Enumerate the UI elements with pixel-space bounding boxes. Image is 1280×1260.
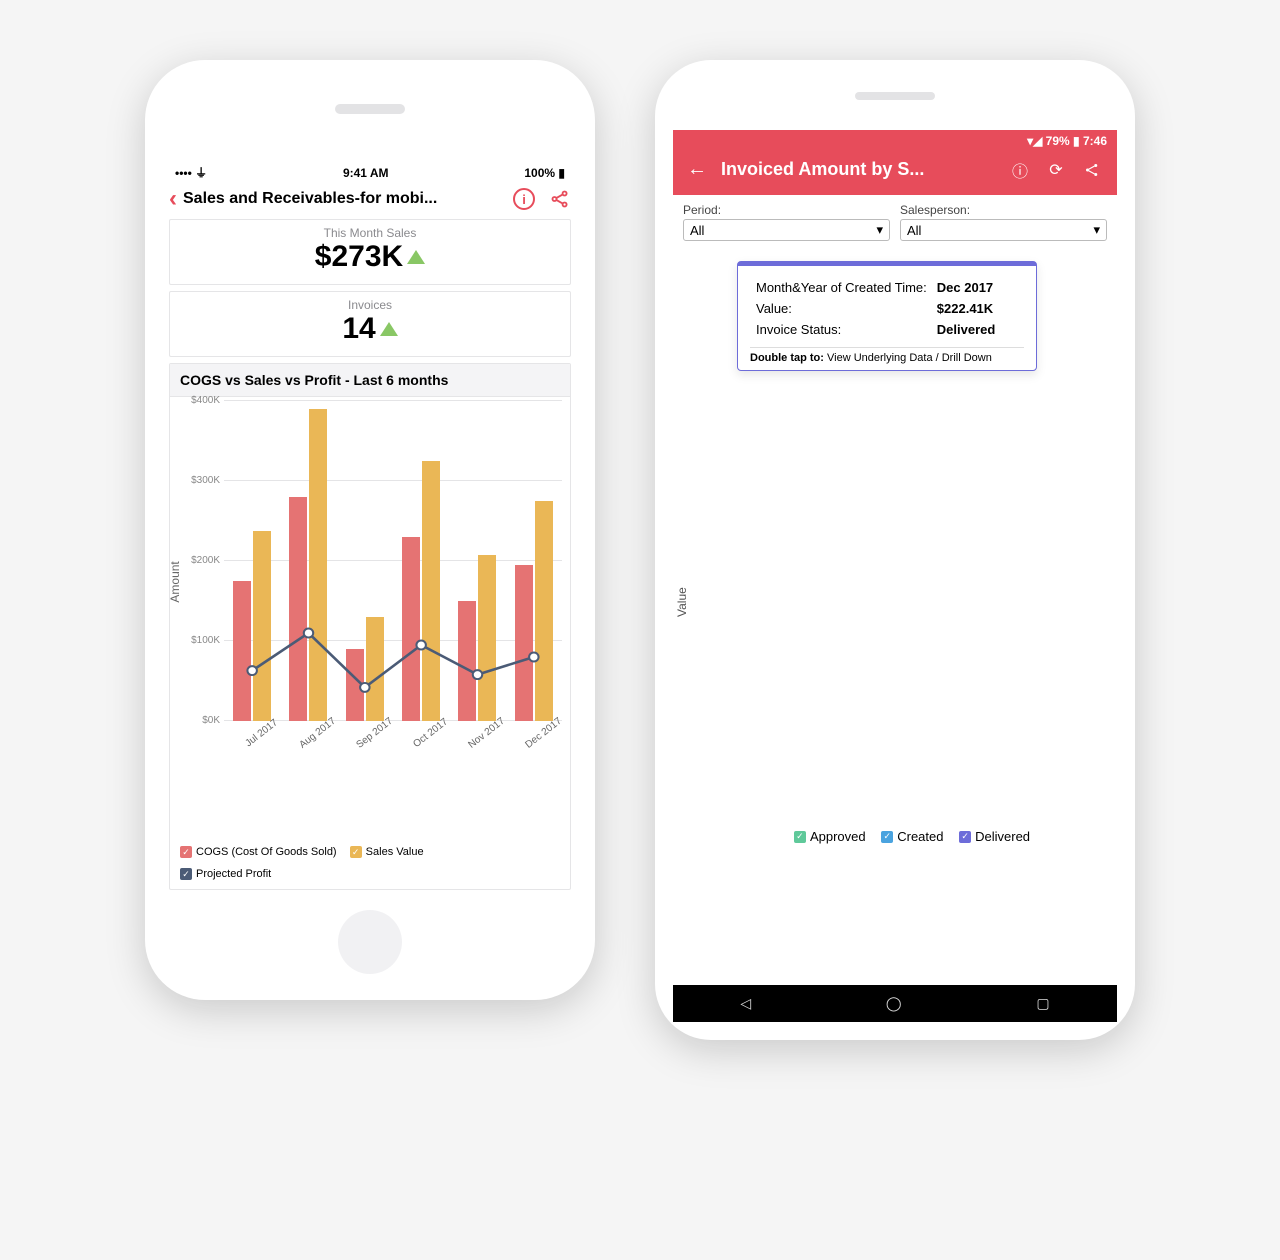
- info-icon[interactable]: ⓘ: [1009, 159, 1031, 181]
- android-screen: ▾◢ 79% ▮ 7:46 ← Invoiced Amount by S... …: [673, 130, 1117, 1022]
- x-axis-labels: Jul 2017Aug 2017Sep 2017Oct 2017Nov 2017…: [224, 721, 562, 742]
- trend-up-icon: [380, 322, 398, 336]
- kpi-month-sales[interactable]: This Month Sales $273K: [169, 219, 571, 285]
- chevron-down-icon: ▾: [876, 222, 883, 238]
- signal-icon: •••• ⏚: [175, 164, 207, 181]
- nav-recent-icon[interactable]: ▢: [1036, 995, 1049, 1012]
- android-app-bar: ← Invoiced Amount by S... ⓘ ⟳: [673, 148, 1117, 195]
- filter-row: Period: All ▾ Salesperson: All ▾: [673, 195, 1117, 249]
- kpi-invoices[interactable]: Invoices 14: [169, 291, 571, 357]
- refresh-icon[interactable]: ⟳: [1045, 159, 1067, 181]
- nav-home-icon[interactable]: ◯: [886, 995, 902, 1012]
- chart-title: COGS vs Sales vs Profit - Last 6 months: [170, 364, 570, 397]
- back-button[interactable]: ‹: [169, 187, 177, 211]
- kpi-label: Invoices: [170, 298, 570, 312]
- chart-invoiced-amount[interactable]: Value Month&Year of Created Time:Dec 201…: [673, 249, 1117, 985]
- home-button[interactable]: [338, 910, 402, 974]
- filter-label-salesperson: Salesperson:: [900, 203, 970, 217]
- legend-swatch-profit: ✓: [180, 868, 192, 880]
- kpi-value: 14: [342, 312, 397, 346]
- plot-area: $0K$100K$200K$300K$400K: [224, 401, 562, 721]
- chevron-down-icon: ▾: [1093, 222, 1100, 238]
- phone-speaker: [855, 92, 935, 100]
- page-title: Sales and Receivables-for mobi...: [183, 190, 507, 208]
- legend: ✓Approved ✓Created ✓Delivered: [717, 819, 1107, 854]
- legend: ✓COGS (Cost Of Goods Sold) ✓Sales Value …: [170, 833, 570, 889]
- share-icon[interactable]: [1081, 159, 1103, 181]
- legend-swatch-cogs: ✓: [180, 846, 192, 858]
- android-frame: ▾◢ 79% ▮ 7:46 ← Invoiced Amount by S... …: [655, 60, 1135, 1040]
- ios-nav-bar: ‹ Sales and Receivables-for mobi... i: [169, 183, 571, 219]
- page-title: Invoiced Amount by S...: [721, 159, 995, 180]
- info-icon[interactable]: i: [513, 188, 535, 210]
- kpi-label: This Month Sales: [170, 226, 570, 240]
- nav-back-icon[interactable]: ◁: [740, 995, 751, 1012]
- trend-up-icon: [407, 250, 425, 264]
- plot-area: Month&Year of Created Time:Dec 2017 Valu…: [725, 253, 1107, 813]
- iphone-frame: •••• ⏚ 9:41 AM 100% ▮ ‹ Sales and Receiv…: [145, 60, 595, 1000]
- period-select[interactable]: All ▾: [683, 219, 890, 241]
- battery-icon: 100% ▮: [524, 166, 565, 180]
- ios-screen: •••• ⏚ 9:41 AM 100% ▮ ‹ Sales and Receiv…: [169, 160, 571, 890]
- phone-speaker: [335, 104, 405, 114]
- android-status-bar: ▾◢ 79% ▮ 7:46: [673, 130, 1117, 148]
- y-axis-label: Amount: [169, 561, 182, 602]
- status-time: 9:41 AM: [343, 166, 389, 180]
- android-nav-bar: ◁ ◯ ▢: [673, 985, 1117, 1022]
- filter-label-period: Period:: [683, 203, 721, 217]
- chart-cogs-sales-profit[interactable]: COGS vs Sales vs Profit - Last 6 months …: [169, 363, 571, 890]
- share-icon[interactable]: [549, 188, 571, 210]
- y-axis-label: Value: [675, 587, 689, 617]
- ios-status-bar: •••• ⏚ 9:41 AM 100% ▮: [169, 160, 571, 183]
- data-tooltip[interactable]: Month&Year of Created Time:Dec 2017 Valu…: [737, 261, 1037, 371]
- salesperson-select[interactable]: All ▾: [900, 219, 1107, 241]
- kpi-value: $273K: [315, 240, 425, 274]
- legend-swatch-sales: ✓: [350, 846, 362, 858]
- back-button[interactable]: ←: [687, 158, 707, 181]
